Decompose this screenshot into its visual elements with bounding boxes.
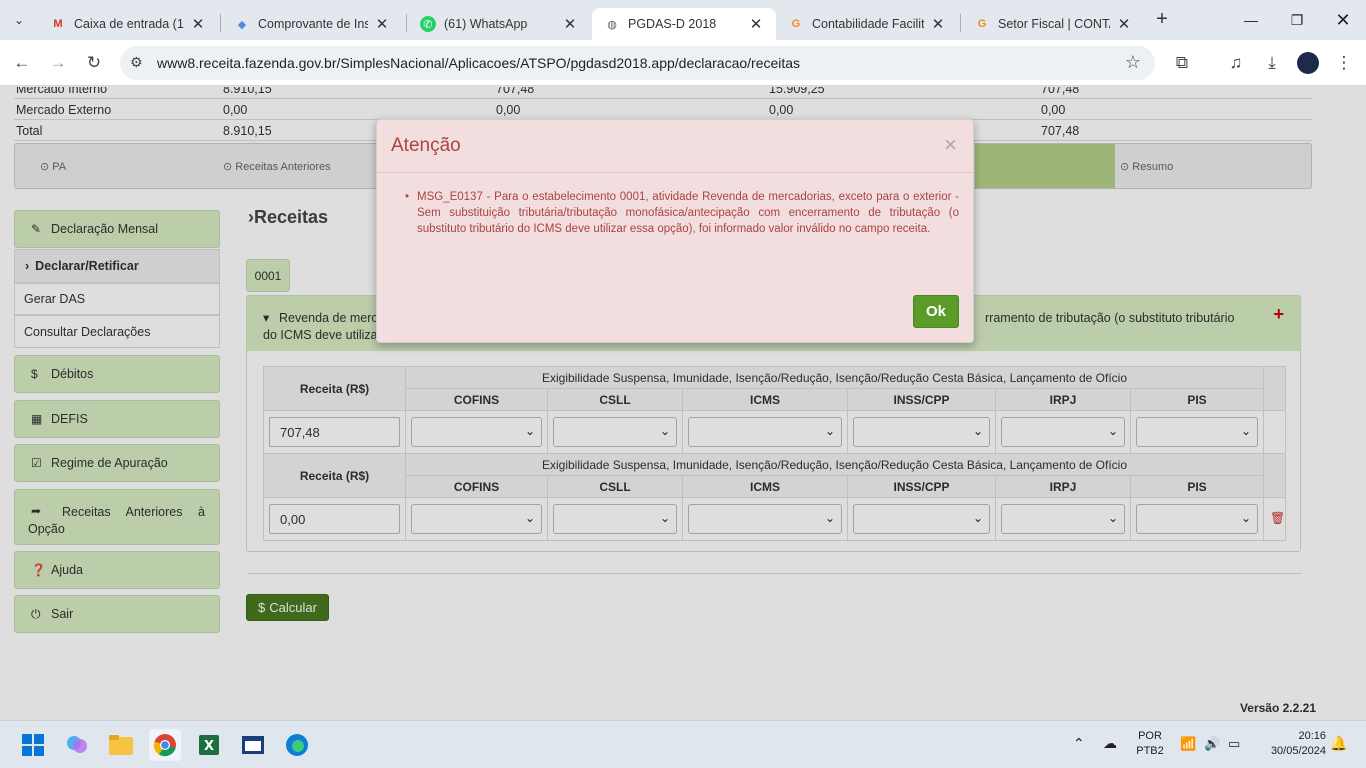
- tab-gmail[interactable]: M Caixa de entrada (12) ✕: [38, 8, 218, 40]
- reload-button[interactable]: ↻: [80, 49, 108, 77]
- ok-button[interactable]: Ok: [913, 295, 959, 328]
- globe-icon: ◍: [607, 18, 617, 31]
- close-tab-icon[interactable]: ✕: [1116, 15, 1132, 33]
- keyboard-label: PTB2: [1136, 745, 1164, 757]
- language-label: POR: [1138, 730, 1162, 742]
- url-text[interactable]: www8.receita.fazenda.gov.br/SimplesNacio…: [157, 55, 800, 71]
- edge-icon[interactable]: [281, 729, 313, 761]
- tab-title: Comprovante de Inscr: [258, 17, 368, 31]
- close-icon[interactable]: ×: [944, 132, 957, 158]
- cloud-icon[interactable]: ☁: [1103, 735, 1117, 752]
- minimize-button[interactable]: —: [1228, 0, 1274, 40]
- close-window-button[interactable]: ✕: [1320, 0, 1366, 40]
- gmail-icon: M: [53, 18, 63, 30]
- profile-avatar[interactable]: [1294, 49, 1322, 77]
- tab-separator: [220, 14, 221, 32]
- new-tab-button[interactable]: +: [1150, 8, 1174, 32]
- restore-button[interactable]: ❐: [1274, 0, 1320, 40]
- tab-title: Setor Fiscal | CONTAB: [998, 17, 1110, 31]
- address-bar[interactable]: ⚙ www8.receita.fazenda.gov.br/SimplesNac…: [120, 46, 1155, 80]
- taskbar: X ⌃ ☁ POR PTB2 📶 🔊 ▭ 20:16 30/05/2024 🔔: [0, 720, 1366, 768]
- notification-bell-icon[interactable]: 🔔: [1330, 735, 1347, 752]
- copilot-icon[interactable]: [61, 729, 93, 761]
- tab-comprovante[interactable]: ◆ Comprovante de Inscr ✕: [222, 8, 402, 40]
- contabil-icon: G: [977, 18, 987, 30]
- tray-chevron-icon[interactable]: ⌃: [1073, 735, 1085, 752]
- tab-separator: [406, 14, 407, 32]
- clock-date: 30/05/2024: [1270, 745, 1326, 757]
- close-tab-icon[interactable]: ✕: [190, 15, 206, 33]
- diamond-icon: ◆: [237, 18, 247, 31]
- tab-whatsapp[interactable]: ✆ (61) WhatsApp ✕: [408, 8, 590, 40]
- tab-search-button[interactable]: ⌄: [6, 8, 32, 32]
- close-tab-icon[interactable]: ✕: [374, 15, 390, 33]
- contabil-icon: G: [791, 18, 801, 30]
- volume-icon[interactable]: 🔊: [1204, 736, 1220, 752]
- excel-icon[interactable]: X: [193, 729, 225, 761]
- tab-setor-fiscal[interactable]: G Setor Fiscal | CONTAB ✕: [962, 8, 1144, 40]
- dialog-divider: [377, 172, 973, 173]
- svg-text:X: X: [204, 739, 214, 754]
- site-settings-icon[interactable]: ⚙: [130, 54, 143, 71]
- close-tab-icon[interactable]: ✕: [748, 15, 764, 33]
- clock-time: 20:16: [1298, 730, 1326, 742]
- battery-icon[interactable]: ▭: [1228, 736, 1240, 752]
- wifi-icon[interactable]: 📶: [1180, 736, 1196, 752]
- tab-pgdas[interactable]: ◍ PGDAS-D 2018 ✕: [592, 8, 776, 40]
- browser-toolbar: ← → ↻ ⚙ www8.receita.fazenda.gov.br/Simp…: [0, 40, 1366, 86]
- whatsapp-icon: ✆: [420, 16, 436, 32]
- browser-menu-icon[interactable]: ⋮: [1330, 49, 1358, 77]
- windows-start-icon[interactable]: [17, 729, 49, 761]
- tab-title: PGDAS-D 2018: [628, 17, 717, 31]
- dialog-message: MSG_E0137 - Para o estabelecimento 0001,…: [405, 190, 959, 237]
- attention-dialog: Atenção × MSG_E0137 - Para o estabelecim…: [376, 119, 974, 343]
- tab-title: Caixa de entrada (12): [74, 17, 184, 31]
- tab-strip: ⌄ M Caixa de entrada (12) ✕ ◆ Comprovant…: [0, 0, 1366, 40]
- language-indicator[interactable]: POR PTB2: [1136, 730, 1164, 757]
- receita-app-icon[interactable]: [237, 729, 269, 761]
- forward-button[interactable]: →: [44, 49, 72, 77]
- dialog-title: Atenção: [391, 135, 461, 156]
- back-button[interactable]: ←: [8, 49, 36, 77]
- extensions-icon[interactable]: ⧉: [1168, 49, 1196, 77]
- bookmark-star-icon[interactable]: ☆: [1125, 52, 1141, 73]
- tab-title: Contabilidade Facilita: [812, 17, 924, 31]
- file-explorer-icon[interactable]: [105, 729, 137, 761]
- clock[interactable]: 20:16 30/05/2024: [1258, 730, 1326, 757]
- media-control-icon[interactable]: ♫: [1222, 49, 1250, 77]
- chrome-icon[interactable]: [149, 729, 181, 761]
- tab-contabilidade[interactable]: G Contabilidade Facilita ✕: [776, 8, 958, 40]
- download-icon[interactable]: ⤓: [1258, 49, 1286, 77]
- tab-title: (61) WhatsApp: [444, 17, 528, 31]
- tab-separator: [960, 14, 961, 32]
- close-tab-icon[interactable]: ✕: [562, 15, 578, 33]
- close-tab-icon[interactable]: ✕: [930, 15, 946, 33]
